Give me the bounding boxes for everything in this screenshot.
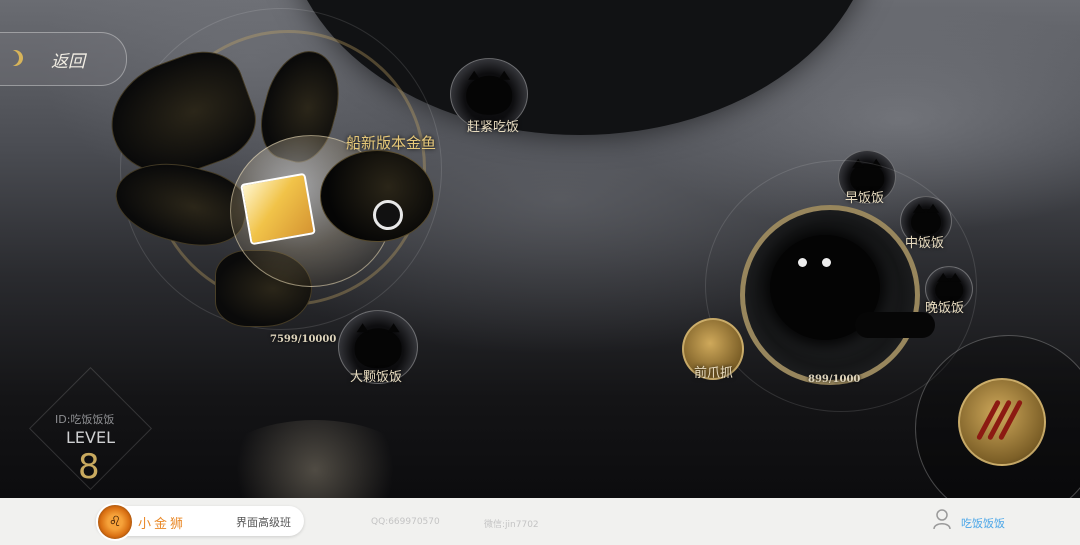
user-icon <box>933 509 951 530</box>
back-label: 返回 <box>51 52 85 72</box>
footer-bar: ♌ 小金狮 界面高级班 QQ:669970570 微信:jin7702 吃饭饭饭 <box>0 498 1080 545</box>
big-cat-eye-left <box>798 258 807 267</box>
player-id: ID:吃饭饭饭 <box>55 413 115 426</box>
big-cat-progress: 899/1000 <box>808 374 861 385</box>
blurred-foreground-object <box>215 420 415 498</box>
cat-bubble-top-label: 赶紧吃饭 <box>467 120 520 135</box>
cat-bubble-bottom-left-label: 大颗饭饭 <box>350 370 403 385</box>
goldfish-title: 船新版本金鱼 <box>346 134 437 152</box>
cat-icon <box>354 323 402 369</box>
cat-icon <box>466 71 512 115</box>
gift-box-icon <box>240 172 316 246</box>
wechat-contact: 微信:jin7702 <box>484 520 539 530</box>
attack-claw-button[interactable] <box>958 378 1046 466</box>
goldfish-progress: 7599/10000 <box>270 334 337 345</box>
goldfish-body[interactable] <box>320 150 434 242</box>
lion-logo-icon: ♌ <box>96 503 134 541</box>
front-claw-label: 前爪抓 <box>694 366 734 381</box>
course-name: 界面高级班 <box>236 516 291 529</box>
moon-icon <box>7 50 23 66</box>
back-button[interactable]: 返回 <box>0 32 127 86</box>
user-name[interactable]: 吃饭饭饭 <box>961 515 1005 531</box>
big-cat-tail <box>855 312 935 338</box>
qq-contact: QQ:669970570 <box>371 517 440 527</box>
game-scene: 返回 船新版本金鱼 7599/10000 赶紧吃饭 大颗饭饭 早饭饭 中饭饭 晚… <box>0 0 1080 498</box>
level-word: LEVEL <box>66 428 115 447</box>
level-number: 8 <box>78 447 100 487</box>
big-cat-eye-right <box>822 258 831 267</box>
goldfish-eye <box>373 200 403 230</box>
brand-name: 小金狮 <box>138 517 187 532</box>
brand-pill: ♌ 小金狮 界面高级班 <box>96 503 304 541</box>
